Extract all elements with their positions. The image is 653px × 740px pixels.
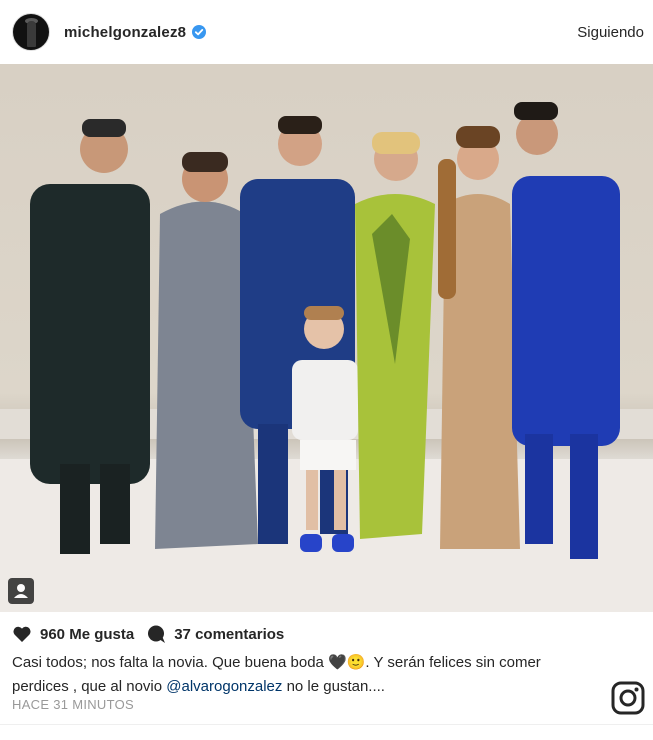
caption-text-1: Casi todos; nos falta la novia. Que buen…: [12, 654, 329, 671]
divider: [0, 724, 653, 725]
username-link[interactable]: michelgonzalez8: [64, 24, 186, 41]
caption-text-3: no le gustan....: [282, 678, 385, 695]
verified-badge-icon: [192, 25, 207, 39]
heart-icon[interactable]: [12, 624, 32, 644]
comment-bubble-icon[interactable]: [146, 624, 166, 644]
person-5: [438, 126, 520, 549]
avatar[interactable]: [12, 13, 50, 51]
comments-count[interactable]: 37 comentarios: [174, 626, 284, 643]
post-timestamp: HACE 31 MINUTOS: [12, 697, 135, 712]
following-button[interactable]: Siguiendo: [577, 24, 644, 41]
post-actions: 960 Me gusta 37 comentarios: [12, 624, 284, 644]
post-caption: Casi todos; nos falta la novia. Que buen…: [12, 651, 572, 699]
post-photo[interactable]: [0, 64, 653, 612]
mention-link[interactable]: @alvarogonzalez: [166, 678, 282, 695]
post-header: michelgonzalez8 Siguiendo: [0, 0, 653, 64]
caption-emojis: 🖤🙂: [328, 654, 366, 671]
person-4: [355, 132, 435, 539]
likes-count[interactable]: 960 Me gusta: [40, 626, 134, 643]
instagram-logo-icon[interactable]: [611, 681, 645, 715]
user-tag-icon[interactable]: [8, 578, 34, 604]
group-photo-illustration: [0, 102, 653, 612]
